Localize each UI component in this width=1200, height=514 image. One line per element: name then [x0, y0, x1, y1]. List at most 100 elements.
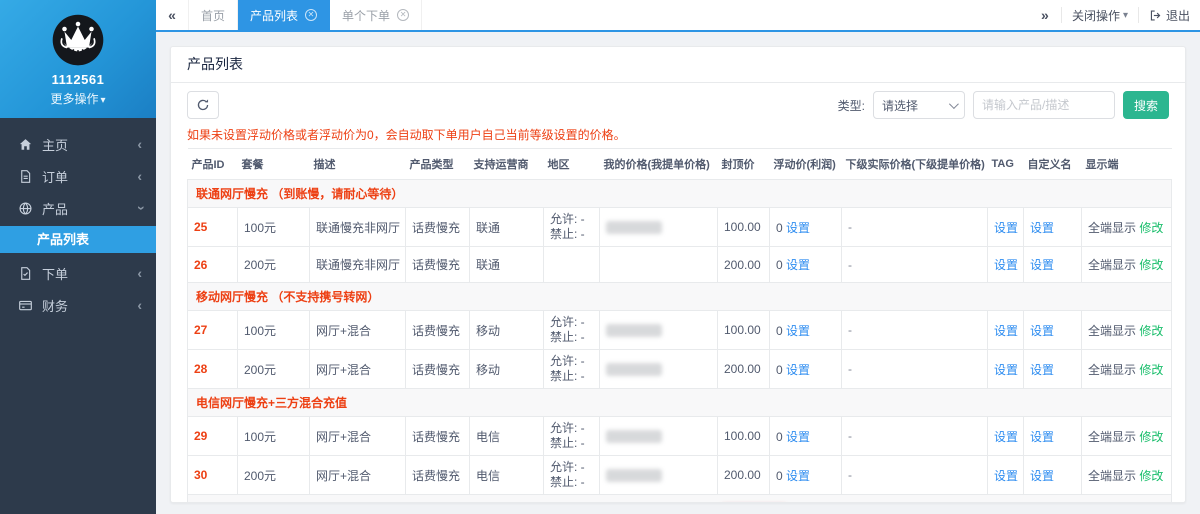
tab-bar: « 首页产品列表✕单个下单✕ » 关闭操作▾ 退出: [156, 0, 1200, 32]
cell-description: 联通慢充非网厅: [310, 208, 406, 247]
tab-home[interactable]: 首页: [188, 0, 238, 30]
custom-name-set-link[interactable]: 设置: [1030, 258, 1054, 272]
cell-product-id: 30: [188, 456, 238, 495]
tab-single-order[interactable]: 单个下单✕: [330, 0, 422, 30]
cell-product-id: 27: [188, 311, 238, 350]
more-actions-dropdown[interactable]: 更多操作▾: [0, 90, 156, 107]
float-price-set-link[interactable]: 设置: [786, 430, 810, 444]
censored-price: [606, 430, 662, 443]
cell-custom-name: 设置: [1024, 350, 1082, 389]
logout-button[interactable]: 退出: [1139, 0, 1200, 30]
region-deny: 禁止: -: [550, 369, 593, 384]
cell-sub-price: -: [842, 208, 988, 247]
cell-my-price: [600, 208, 718, 247]
region-allow: 允许: -: [550, 315, 593, 330]
tab-product-list[interactable]: 产品列表✕: [238, 0, 330, 30]
tag-set-link[interactable]: 设置: [994, 324, 1018, 338]
place-order-icon: [18, 266, 33, 281]
cell-carrier: 电信: [470, 456, 544, 495]
display-value: 全端显示: [1088, 221, 1136, 235]
region-allow: 允许: -: [550, 354, 593, 369]
sidebar-item-products[interactable]: 产品‹: [0, 192, 156, 224]
float-price-set-link[interactable]: 设置: [786, 363, 810, 377]
column-header-10: TAG: [988, 149, 1024, 180]
censored-price: [606, 469, 662, 482]
region-deny: 禁止: -: [550, 330, 593, 345]
sidebar-item-place-order[interactable]: 下单‹: [0, 257, 156, 289]
cell-product-type: 话费慢充: [406, 417, 470, 456]
sidebar-item-orders[interactable]: 订单‹: [0, 160, 156, 192]
float-price-set-link[interactable]: 设置: [786, 324, 810, 338]
tag-set-link[interactable]: 设置: [994, 469, 1018, 483]
cell-description: 网厅+混合: [310, 456, 406, 495]
tab-scroll-left-icon[interactable]: «: [156, 0, 188, 30]
close-tab-icon[interactable]: ✕: [305, 9, 317, 21]
tag-set-link[interactable]: 设置: [994, 430, 1018, 444]
sidebar-item-label: 订单: [42, 167, 137, 186]
column-header-3: 产品类型: [406, 149, 470, 180]
region-allow: 允许: -: [550, 212, 593, 227]
sidebar-item-home[interactable]: 主页‹: [0, 128, 156, 160]
cell-description: 联通慢充非网厅: [310, 247, 406, 283]
cell-custom-name: 设置: [1024, 208, 1082, 247]
region-deny: 禁止: -: [550, 227, 593, 242]
display-modify-link[interactable]: 修改: [1139, 324, 1163, 338]
cell-region: 允许: -禁止: -: [544, 456, 600, 495]
column-header-9: 下级实际价格(下级提单价格): [842, 149, 988, 180]
search-button[interactable]: 搜索: [1123, 91, 1169, 119]
display-modify-link[interactable]: 修改: [1139, 363, 1163, 377]
tag-set-link[interactable]: 设置: [994, 258, 1018, 272]
cell-package: 200元: [238, 456, 310, 495]
tab-scroll-right-icon[interactable]: »: [1029, 7, 1061, 23]
cell-carrier: 移动: [470, 311, 544, 350]
cell-cap-price: 200.00: [718, 247, 770, 283]
display-modify-link[interactable]: 修改: [1139, 430, 1163, 444]
table-row: 27100元网厅+混合话费慢充移动允许: -禁止: -100.000 设置-设置…: [188, 311, 1172, 350]
product-group-row: 国网电费1-72小时 （单笔交费金额需大于欠费金额，欠费1000内可充。河北户、…: [188, 495, 1172, 504]
display-value: 全端显示: [1088, 469, 1136, 483]
chevron-down-icon: [949, 99, 959, 109]
cell-tag: 设置: [988, 311, 1024, 350]
custom-name-set-link[interactable]: 设置: [1030, 221, 1054, 235]
tag-set-link[interactable]: 设置: [994, 221, 1018, 235]
close-operations-dropdown[interactable]: 关闭操作▾: [1062, 0, 1138, 30]
custom-name-set-link[interactable]: 设置: [1030, 324, 1054, 338]
column-header-6: 我的价格(我提单价格): [600, 149, 718, 180]
float-price-set-link[interactable]: 设置: [786, 258, 810, 272]
cell-region: 允许: -禁止: -: [544, 350, 600, 389]
column-header-2: 描述: [310, 149, 406, 180]
close-operations-label: 关闭操作: [1072, 7, 1120, 24]
search-input[interactable]: [973, 91, 1115, 119]
sidebar-item-finance[interactable]: 财务‹: [0, 289, 156, 321]
custom-name-set-link[interactable]: 设置: [1030, 430, 1054, 444]
tab-list: 首页产品列表✕单个下单✕: [188, 0, 422, 30]
close-tab-icon[interactable]: ✕: [397, 9, 409, 21]
group-title: 移动网厅慢充 （不支持携号转网）: [188, 283, 1172, 311]
cell-cap-price: 200.00: [718, 456, 770, 495]
chevron-down-icon: ‹: [133, 206, 147, 211]
column-header-4: 支持运营商: [470, 149, 544, 180]
type-filter-label: 类型:: [838, 97, 865, 114]
float-price-set-link[interactable]: 设置: [786, 469, 810, 483]
refresh-button[interactable]: [187, 91, 219, 119]
cell-float-price: 0 设置: [770, 417, 842, 456]
tag-set-link[interactable]: 设置: [994, 363, 1018, 377]
group-title: 国网电费1-72小时 （单笔交费金额需大于欠费金额，欠费1000内可充。河北户、…: [188, 495, 1172, 504]
custom-name-set-link[interactable]: 设置: [1030, 469, 1054, 483]
display-modify-link[interactable]: 修改: [1139, 258, 1163, 272]
finance-icon: [18, 298, 33, 313]
display-modify-link[interactable]: 修改: [1139, 221, 1163, 235]
custom-name-set-link[interactable]: 设置: [1030, 363, 1054, 377]
sidebar-subitem-product-list[interactable]: 产品列表: [0, 226, 156, 253]
product-group-row: 电信网厅慢充+三方混合充值: [188, 389, 1172, 417]
display-value: 全端显示: [1088, 430, 1136, 444]
float-price-set-link[interactable]: 设置: [786, 221, 810, 235]
column-header-1: 套餐: [238, 149, 310, 180]
type-select[interactable]: 请选择: [873, 91, 965, 119]
region-allow: 允许: -: [550, 460, 593, 475]
column-header-12: 显示端: [1082, 149, 1172, 180]
display-modify-link[interactable]: 修改: [1139, 469, 1163, 483]
cell-region: 允许: -禁止: -: [544, 208, 600, 247]
cell-float-price: 0 设置: [770, 208, 842, 247]
censored-price: [606, 363, 662, 376]
